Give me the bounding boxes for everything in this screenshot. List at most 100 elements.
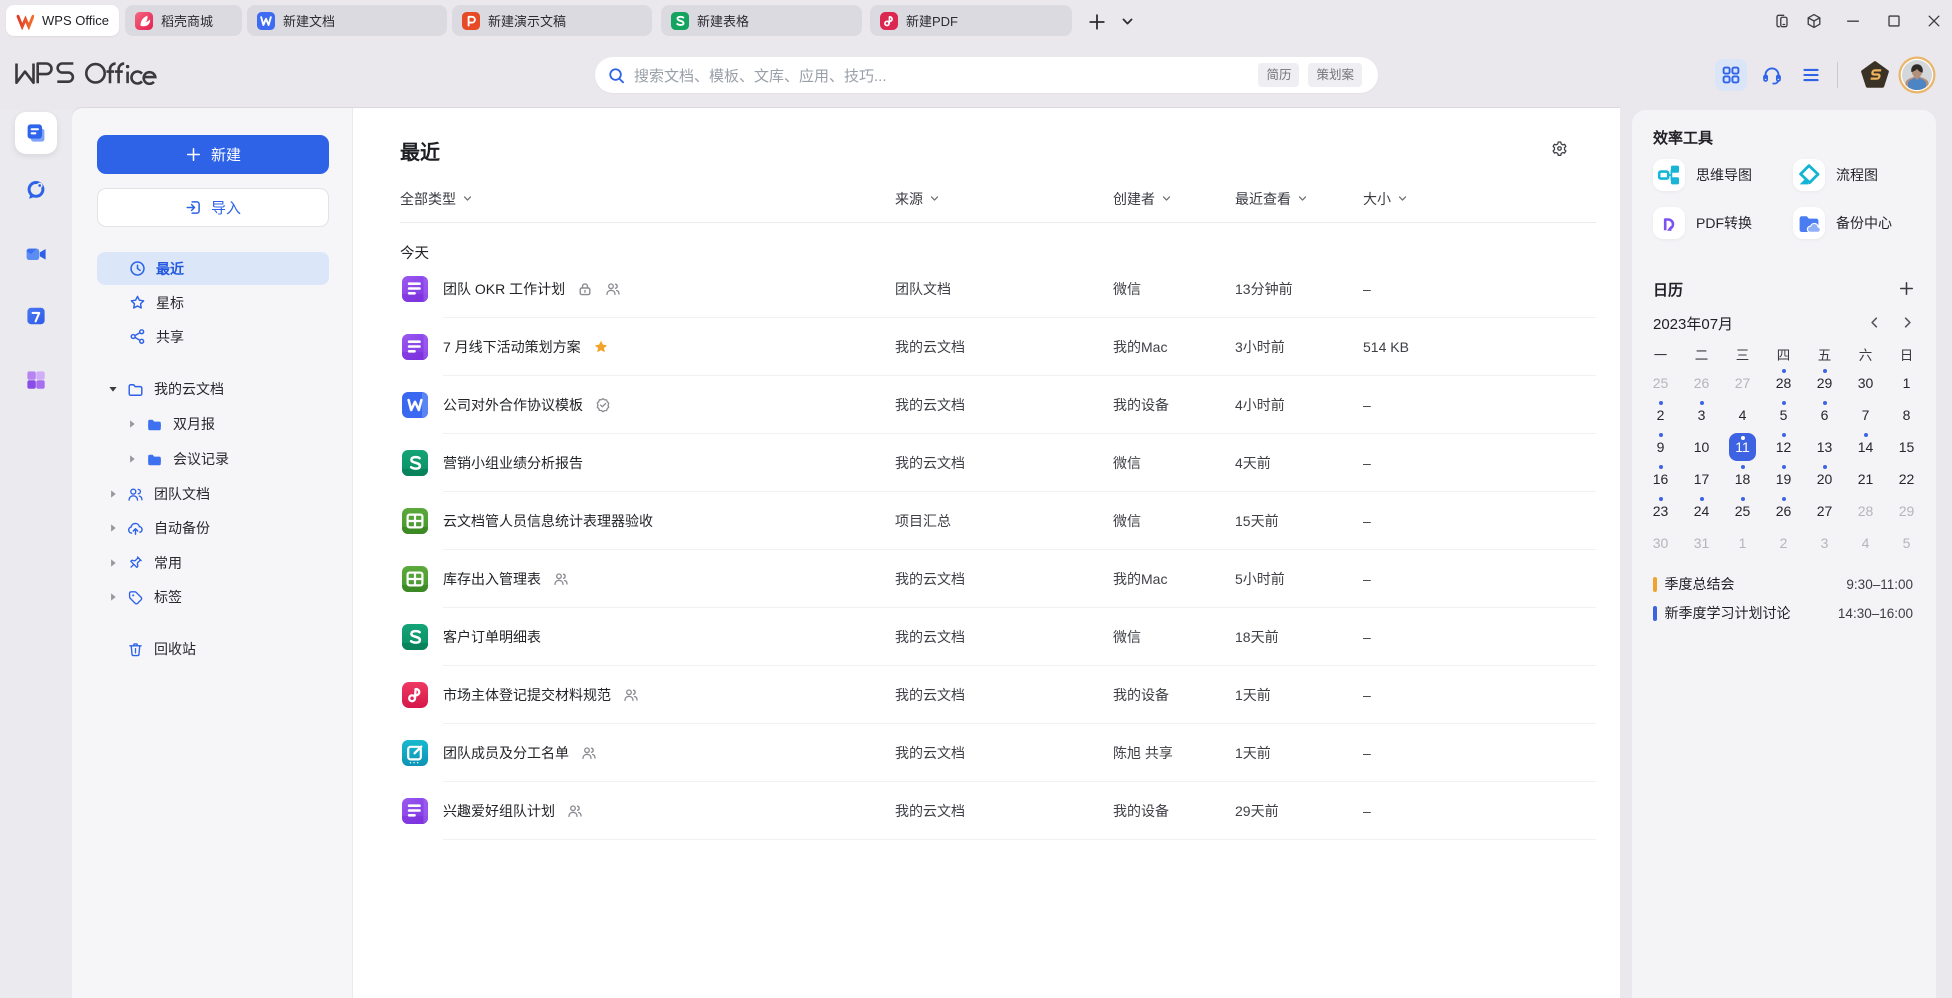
import-button[interactable]: 导入	[97, 188, 329, 227]
main-menu-button[interactable]	[1801, 65, 1821, 85]
caret-right-icon[interactable]	[127, 419, 137, 429]
caret-right-icon[interactable]	[127, 454, 137, 464]
support-button[interactable]	[1762, 65, 1782, 85]
calendar-day[interactable]: 14	[1845, 431, 1886, 463]
sidebar-tree-bimonthly-report[interactable]: 双月报	[97, 407, 329, 441]
calendar-day[interactable]: 27	[1804, 495, 1845, 527]
calendar-day[interactable]: 28	[1845, 495, 1886, 527]
new-document-button[interactable]: 新建	[97, 135, 329, 174]
calendar-day[interactable]: 31	[1681, 527, 1722, 559]
calendar-day[interactable]: 5	[1886, 527, 1927, 559]
file-name[interactable]: 团队 OKR 工作计划	[443, 279, 565, 299]
calendar-day[interactable]: 24	[1681, 495, 1722, 527]
apps-grid-button[interactable]	[1715, 59, 1747, 91]
calendar-day[interactable]: 29	[1886, 495, 1927, 527]
tab-docer-mall[interactable]: 稻壳商城	[125, 5, 242, 36]
calendar-day[interactable]: 30	[1640, 527, 1681, 559]
calendar-day[interactable]: 15	[1886, 431, 1927, 463]
filter-type[interactable]: 全部类型	[400, 190, 473, 207]
file-name[interactable]: 团队成员及分工名单	[443, 743, 569, 763]
minimize-button[interactable]	[1845, 13, 1861, 29]
rail-item-chat[interactable]	[25, 179, 47, 201]
rail-item-meeting[interactable]	[25, 243, 47, 265]
file-row[interactable]: 团队成员及分工名单 我的云文档 陈旭 共享 1天前 –	[353, 724, 1620, 782]
calendar-day[interactable]: 1	[1886, 367, 1927, 399]
tab-new-sheet[interactable]: 新建表格	[661, 5, 862, 36]
calendar-day[interactable]: 9	[1640, 431, 1681, 463]
file-row[interactable]: 营销小组业绩分析报告 我的云文档 微信 4天前 –	[353, 434, 1620, 492]
sidebar-item-recent[interactable]: 最近	[97, 252, 329, 285]
tab-new-pdf[interactable]: 新建PDF	[870, 5, 1072, 36]
new-tab-button[interactable]	[1087, 12, 1106, 31]
file-row[interactable]: 市场主体登记提交材料规范 我的云文档 我的设备 1天前 –	[353, 666, 1620, 724]
file-name[interactable]: 营销小组业绩分析报告	[443, 453, 583, 473]
caret-right-icon[interactable]	[108, 558, 118, 568]
file-name[interactable]: 云文档管人员信息统计表理器验收	[443, 511, 653, 531]
sidebar-tree-labels[interactable]: 标签	[97, 580, 329, 614]
calendar-day[interactable]: 19	[1763, 463, 1804, 495]
search-tag-resume[interactable]: 简历	[1258, 63, 1299, 88]
caret-right-icon[interactable]	[108, 523, 118, 533]
tab-wps-office[interactable]: WPS Office	[6, 5, 119, 36]
file-row[interactable]: 公司对外合作协议模板 我的云文档 我的设备 4小时前 –	[353, 376, 1620, 434]
sidebar-tree-meeting-notes[interactable]: 会议记录	[97, 442, 329, 476]
file-row[interactable]: 兴趣爱好组队计划 我的云文档 我的设备 29天前 –	[353, 782, 1620, 840]
settings-gear-button[interactable]	[1551, 140, 1568, 157]
close-button[interactable]	[1926, 13, 1942, 29]
rail-item-documents[interactable]	[15, 112, 57, 154]
file-name[interactable]: 兴趣爱好组队计划	[443, 801, 555, 821]
filter-viewed[interactable]: 最近查看	[1235, 190, 1308, 207]
file-name[interactable]: 客户订单明细表	[443, 627, 541, 647]
search-tag-plan[interactable]: 策划案	[1308, 63, 1362, 88]
calendar-day[interactable]: 26	[1681, 367, 1722, 399]
calendar-day[interactable]: 2	[1640, 399, 1681, 431]
calendar-day[interactable]: 30	[1845, 367, 1886, 399]
calendar-day[interactable]: 4	[1845, 527, 1886, 559]
calendar-day[interactable]: 27	[1722, 367, 1763, 399]
sidebar-tree-my-cloud-docs[interactable]: 我的云文档	[97, 372, 329, 406]
sidebar-tree-frequent[interactable]: 常用	[97, 546, 329, 580]
file-name[interactable]: 库存出入管理表	[443, 569, 541, 589]
tool-pdf-convert[interactable]: PDF转换	[1653, 207, 1752, 239]
calendar-day[interactable]: 29	[1804, 367, 1845, 399]
calendar-day[interactable]: 16	[1640, 463, 1681, 495]
tool-backup-center[interactable]: 备份中心	[1793, 207, 1892, 239]
calendar-day[interactable]: 18	[1722, 463, 1763, 495]
search-bar[interactable]: 搜索文档、模板、文库、应用、技巧... 简历 策划案	[595, 57, 1378, 93]
calendar-day[interactable]: 25	[1722, 495, 1763, 527]
event-quarterly-summary[interactable]: 季度总结会9:30–11:00	[1653, 574, 1913, 594]
calendar-day[interactable]: 4	[1722, 399, 1763, 431]
calendar-day[interactable]: 21	[1845, 463, 1886, 495]
sidebar-tree-auto-backup[interactable]: 自动备份	[97, 511, 329, 545]
calendar-day[interactable]: 26	[1763, 495, 1804, 527]
caret-right-icon[interactable]	[108, 592, 118, 602]
calendar-day[interactable]: 3	[1804, 527, 1845, 559]
sidebar-item-recycle-bin[interactable]: 回收站	[97, 632, 329, 666]
calendar-day[interactable]: 20	[1804, 463, 1845, 495]
sidebar-item-shared[interactable]: 共享	[97, 320, 329, 353]
calendar-day[interactable]: 5	[1763, 399, 1804, 431]
calendar-day[interactable]: 8	[1886, 399, 1927, 431]
calendar-day-selected[interactable]: 11	[1722, 431, 1763, 463]
calendar-next-button[interactable]	[1901, 316, 1914, 329]
file-row[interactable]: 团队 OKR 工作计划 团队文档 微信 13分钟前 –	[353, 260, 1620, 318]
maximize-button[interactable]	[1886, 13, 1902, 29]
calendar-day[interactable]: 2	[1763, 527, 1804, 559]
tool-flow-chart[interactable]: 流程图	[1793, 159, 1878, 191]
calendar-day[interactable]: 22	[1886, 463, 1927, 495]
filter-size[interactable]: 大小	[1363, 190, 1408, 207]
workspace-box-button[interactable]	[1806, 13, 1822, 29]
calendar-day[interactable]: 23	[1640, 495, 1681, 527]
file-row[interactable]: 云文档管人员信息统计表理器验收 项目汇总 微信 15天前 –	[353, 492, 1620, 550]
file-row[interactable]: 客户订单明细表 我的云文档 微信 18天前 –	[353, 608, 1620, 666]
rail-item-calendar[interactable]	[25, 305, 47, 327]
caret-down-icon[interactable]	[108, 384, 118, 394]
file-name[interactable]: 市场主体登记提交材料规范	[443, 685, 611, 705]
add-event-button[interactable]	[1898, 280, 1915, 297]
sidebar-item-starred[interactable]: 星标	[97, 286, 329, 319]
file-row[interactable]: 7 月线下活动策划方案 我的云文档 我的Mac 3小时前 514 KB	[353, 318, 1620, 376]
device-sync-button[interactable]	[1774, 13, 1790, 29]
sidebar-tree-team-docs[interactable]: 团队文档	[97, 477, 329, 511]
rail-item-apps[interactable]	[25, 369, 47, 391]
calendar-day[interactable]: 1	[1722, 527, 1763, 559]
